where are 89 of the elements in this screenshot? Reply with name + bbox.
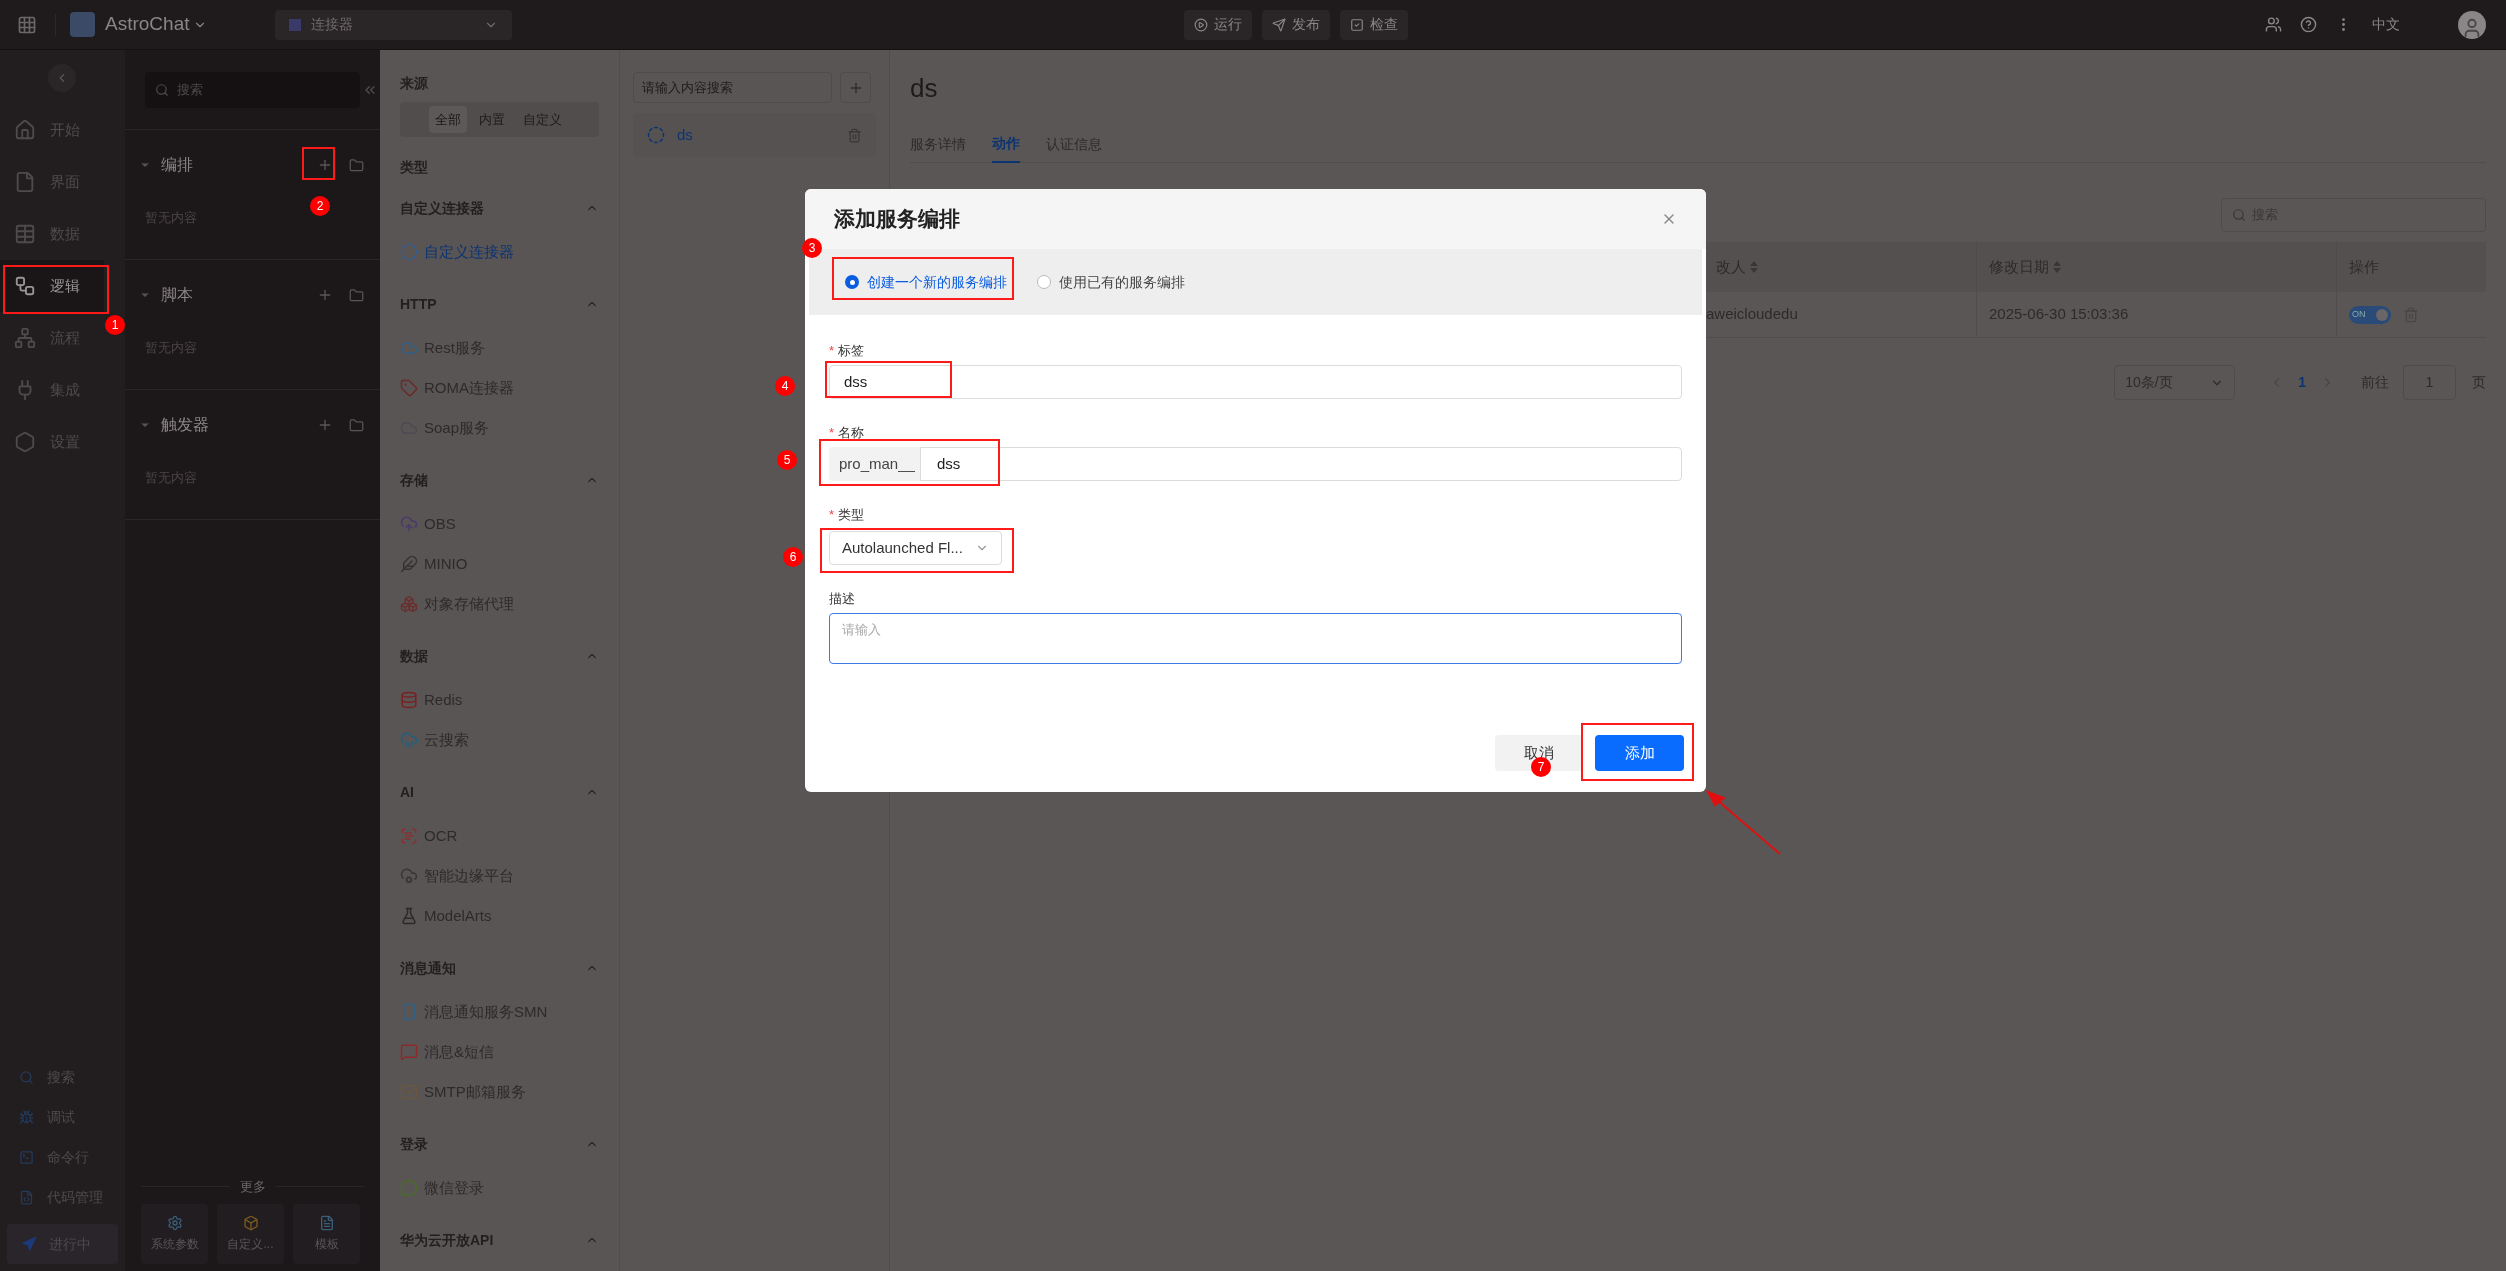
dialog-title: 添加服务编排 [834,206,960,233]
boxes-icon [400,595,418,613]
logo-icon [70,12,95,37]
nav-item[interactable]: 逻辑 [0,260,104,312]
terminal-icon [19,1149,34,1165]
toolbar-button[interactable]: 发布 [1262,9,1331,40]
cube-icon [242,1215,259,1231]
field-label: 描述 [829,590,855,609]
tag-icon [400,379,418,397]
add-button[interactable]: 添加 [1595,735,1684,771]
detail-tab[interactable]: 动作 [992,125,1020,163]
field-label: 名称 [838,424,865,443]
home-icon [14,119,36,141]
app-name[interactable]: AstroChat [105,10,190,39]
module-select[interactable]: 连接器 [275,9,513,40]
source-tab[interactable]: 全部 [429,106,467,133]
table-icon [14,223,36,245]
search-field[interactable]: 搜索 [145,71,360,108]
required-mark: * [829,342,835,361]
tree-icon [14,327,36,349]
hexagon-icon [14,431,36,453]
add-icon[interactable] [317,287,333,303]
search-icon [19,1069,34,1085]
apps-grid-icon[interactable] [17,14,37,35]
section-title: 触发器 [161,415,210,435]
cloud-upload-icon [400,515,418,533]
language-menu[interactable]: 中文 [2372,14,2400,35]
database-icon [400,691,418,709]
radio-button[interactable] [845,275,859,289]
toggle-switch[interactable]: ON [2349,305,2391,324]
cloud-gear-icon [400,867,418,885]
connector-icon [289,18,302,31]
radio-button[interactable] [1037,275,1051,289]
field-label: 类型 [838,506,865,525]
chat-icon [400,1179,418,1197]
page-icon [14,171,36,193]
cloud-icon [400,731,418,749]
toolbar-button[interactable]: 运行 [1184,9,1253,40]
document-icon [318,1215,335,1231]
play-icon [1194,17,1209,32]
search-icon [2232,208,2246,222]
section-title: 编排 [161,155,194,175]
flow-icon [14,275,36,297]
check-icon [1350,17,1365,32]
scan-icon [400,827,418,845]
code-icon [19,1189,34,1205]
folder-icon[interactable] [349,417,364,433]
dotted-ring-icon [647,126,665,144]
trash-icon[interactable] [847,127,862,143]
page-title: ds [910,72,939,103]
section-title: 脚本 [161,285,194,305]
service-item[interactable]: ds [633,113,876,157]
add-button[interactable] [840,72,871,103]
connector-item[interactable]: 自定义连接器 [400,232,599,272]
type-select[interactable]: Autolaunched Fl... [829,531,1002,565]
page-number[interactable]: 1 [2298,372,2306,393]
text-input[interactable]: dss [920,447,1682,481]
radio-option[interactable]: 创建一个新的服务编排 [845,271,1007,293]
sort-icon[interactable] [2053,261,2061,273]
chat-icon [400,1043,418,1061]
feather-icon [400,555,418,573]
more-label: 更多 [239,1177,266,1196]
send-icon [21,1236,37,1252]
dotted-ring-icon [400,243,418,261]
folder-icon[interactable] [349,287,364,303]
flask-icon [400,907,418,925]
highlight-box [302,147,335,180]
help-icon[interactable] [2300,16,2317,33]
search-icon [155,82,169,97]
name-prefix: pro_man__ [829,447,920,481]
sort-icon[interactable] [1750,261,1758,273]
toolbar-button[interactable]: 检查 [1340,9,1409,40]
required-mark: * [829,424,835,443]
cloud-icon [400,339,418,357]
phone-icon [400,1003,418,1021]
field-label: 标签 [838,342,865,361]
description-input[interactable]: 请输入 [829,613,1682,664]
avatar[interactable] [2458,10,2486,39]
radio-option[interactable]: 使用已有的服务编排 [1037,271,1185,293]
users-icon[interactable] [2265,16,2282,33]
collapse-button[interactable] [48,64,76,92]
folder-icon[interactable] [349,157,364,173]
required-mark: * [829,506,835,525]
add-icon[interactable] [317,417,333,433]
text-input[interactable]: dss [829,365,1682,399]
send-icon [1272,17,1287,32]
settings-icon [166,1215,183,1231]
add-icon[interactable] [317,157,333,173]
bug-icon [19,1109,34,1125]
